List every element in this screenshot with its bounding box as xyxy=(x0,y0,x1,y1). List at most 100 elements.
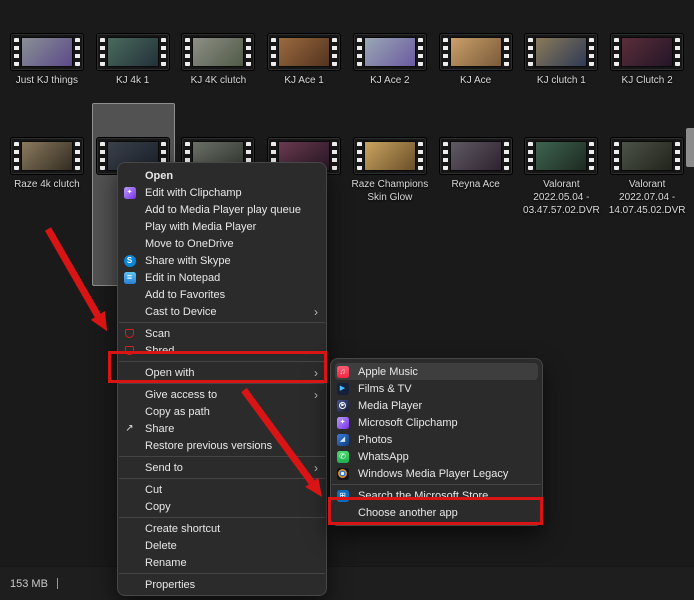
menu-item-copy-as-path[interactable]: Copy as path xyxy=(118,403,326,420)
file-item-just-kj-things[interactable]: Just KJ things xyxy=(4,33,90,87)
file-name-label: KJ Clutch 2 xyxy=(622,74,673,87)
menu-item-scan[interactable]: Scan xyxy=(118,325,326,342)
file-item-kj-ace-1[interactable]: KJ Ace 1 xyxy=(261,33,347,87)
menu-item-icon-slot xyxy=(123,483,136,496)
file-item-kj-ace-2[interactable]: KJ Ace 2 xyxy=(347,33,433,87)
menu-item-icon-slot xyxy=(336,416,349,429)
menu-item-label: Scan xyxy=(145,328,318,340)
menu-separator xyxy=(119,322,325,323)
menu-item-give-access-to[interactable]: Give access to› xyxy=(118,386,326,403)
menu-item-label: Cut xyxy=(145,484,318,496)
menu-item-label: Rename xyxy=(145,557,318,569)
file-item-kj-clutch-1[interactable]: KJ clutch 1 xyxy=(519,33,605,87)
menu-item-icon-slot xyxy=(123,556,136,569)
open-with-item-windows-media-player-legacy[interactable]: Windows Media Player Legacy xyxy=(331,465,542,482)
open-with-item-microsoft-clipchamp[interactable]: Microsoft Clipchamp xyxy=(331,414,542,431)
menu-separator xyxy=(119,573,325,574)
menu-item-create-shortcut[interactable]: Create shortcut xyxy=(118,520,326,537)
video-filmstrip-thumbnail xyxy=(353,33,427,71)
menu-item-copy[interactable]: Copy xyxy=(118,498,326,515)
menu-item-label: Copy as path xyxy=(145,406,318,418)
menu-item-open[interactable]: Open xyxy=(118,167,326,184)
chevron-right-icon: › xyxy=(314,461,318,475)
menu-item-icon-slot xyxy=(336,399,349,412)
open-with-item-whatsapp[interactable]: WhatsApp xyxy=(331,448,542,465)
menu-item-icon-slot xyxy=(123,254,136,267)
media-player-icon xyxy=(337,400,349,412)
menu-separator xyxy=(332,484,541,485)
thumbnail-image xyxy=(278,37,330,67)
menu-item-icon-slot xyxy=(123,539,136,552)
thumbnail-image xyxy=(107,37,159,67)
file-item-valorant-2022-05-04-03-47-57-02-dvr[interactable]: Valorant 2022.05.04 - 03.47.57.02.DVR xyxy=(519,137,605,217)
video-filmstrip-thumbnail xyxy=(524,33,598,71)
skype-icon xyxy=(124,255,136,267)
menu-item-send-to[interactable]: Send to› xyxy=(118,459,326,476)
menu-item-icon-slot xyxy=(123,220,136,233)
menu-item-label: Windows Media Player Legacy xyxy=(358,468,534,480)
video-filmstrip-thumbnail xyxy=(10,137,84,175)
video-filmstrip-thumbnail xyxy=(96,33,170,71)
file-item-reyna-ace[interactable]: Reyna Ace xyxy=(433,137,519,217)
status-bar-divider xyxy=(57,578,58,589)
thumbnail-image xyxy=(21,37,73,67)
video-filmstrip-thumbnail xyxy=(439,33,513,71)
menu-item-rename[interactable]: Rename xyxy=(118,554,326,571)
menu-item-cut[interactable]: Cut xyxy=(118,481,326,498)
file-item-valorant-2022-07-04-14-07-45-02-dvr[interactable]: Valorant 2022.07.04 - 14.07.45.02.DVR xyxy=(604,137,690,217)
menu-item-edit-with-clipchamp[interactable]: Edit with Clipchamp xyxy=(118,184,326,201)
thumbnail-row-1: Just KJ thingsKJ 4k 1KJ 4K clutch KJ Ace … xyxy=(4,33,690,87)
menu-item-icon-slot xyxy=(123,288,136,301)
menu-item-edit-in-notepad[interactable]: Edit in Notepad xyxy=(118,269,326,286)
menu-item-add-to-media-player-play-queue[interactable]: Add to Media Player play queue xyxy=(118,201,326,218)
file-name-label: KJ clutch 1 xyxy=(537,74,586,87)
open-with-item-films-tv[interactable]: Films & TV xyxy=(331,380,542,397)
menu-item-delete[interactable]: Delete xyxy=(118,537,326,554)
menu-item-label: Share xyxy=(145,423,318,435)
menu-item-label: Films & TV xyxy=(358,383,534,395)
thumbnail-image xyxy=(535,141,587,171)
file-item-kj-4k-clutch[interactable]: KJ 4K clutch xyxy=(176,33,262,87)
menu-item-icon-slot xyxy=(123,461,136,474)
file-name-label: KJ Ace 1 xyxy=(284,74,323,87)
menu-separator xyxy=(119,456,325,457)
menu-item-share[interactable]: Share xyxy=(118,420,326,437)
file-item-kj-clutch-2[interactable]: KJ Clutch 2 xyxy=(604,33,690,87)
file-item-raze-4k-clutch[interactable]: Raze 4k clutch xyxy=(4,137,90,217)
menu-item-icon-slot xyxy=(336,450,349,463)
menu-item-icon-slot xyxy=(123,522,136,535)
video-filmstrip-thumbnail xyxy=(10,33,84,71)
file-item-kj-4k-1[interactable]: KJ 4k 1 xyxy=(90,33,176,87)
mcafee-icon xyxy=(125,329,134,338)
menu-item-icon-slot xyxy=(123,439,136,452)
menu-item-move-to-onedrive[interactable]: Move to OneDrive xyxy=(118,235,326,252)
video-filmstrip-thumbnail xyxy=(353,137,427,175)
films-tv-icon xyxy=(337,383,349,395)
open-with-item-photos[interactable]: Photos xyxy=(331,431,542,448)
open-with-item-media-player[interactable]: Media Player xyxy=(331,397,542,414)
thumbnail-image xyxy=(450,37,502,67)
menu-item-label: Edit in Notepad xyxy=(145,272,318,284)
open-with-item-apple-music[interactable]: Apple Music xyxy=(335,363,538,380)
menu-item-icon-slot xyxy=(123,305,136,318)
menu-item-icon-slot xyxy=(123,327,136,340)
menu-item-share-with-skype[interactable]: Share with Skype xyxy=(118,252,326,269)
menu-item-restore-previous-versions[interactable]: Restore previous versions xyxy=(118,437,326,454)
file-item-raze-champions-skin-glow[interactable]: Raze Champions Skin Glow xyxy=(347,137,433,217)
file-item-kj-ace[interactable]: KJ Ace xyxy=(433,33,519,87)
menu-item-properties[interactable]: Properties xyxy=(118,576,326,593)
annotation-box-choose-another-app xyxy=(328,497,543,525)
chevron-right-icon: › xyxy=(314,388,318,402)
notepad-icon xyxy=(124,272,136,284)
selected-size-text: 153 MB xyxy=(10,578,48,590)
menu-item-icon-slot xyxy=(336,365,349,378)
clipchamp-icon xyxy=(124,187,136,199)
menu-item-label: Microsoft Clipchamp xyxy=(358,417,534,429)
menu-item-cast-to-device[interactable]: Cast to Device› xyxy=(118,303,326,320)
menu-item-icon-slot xyxy=(336,382,349,395)
menu-item-play-with-media-player[interactable]: Play with Media Player xyxy=(118,218,326,235)
thumbnail-image xyxy=(535,37,587,67)
menu-item-add-to-favorites[interactable]: Add to Favorites xyxy=(118,286,326,303)
file-name-label: Valorant 2022.05.04 - 03.47.57.02.DVR xyxy=(519,178,603,217)
video-filmstrip-thumbnail xyxy=(610,33,684,71)
